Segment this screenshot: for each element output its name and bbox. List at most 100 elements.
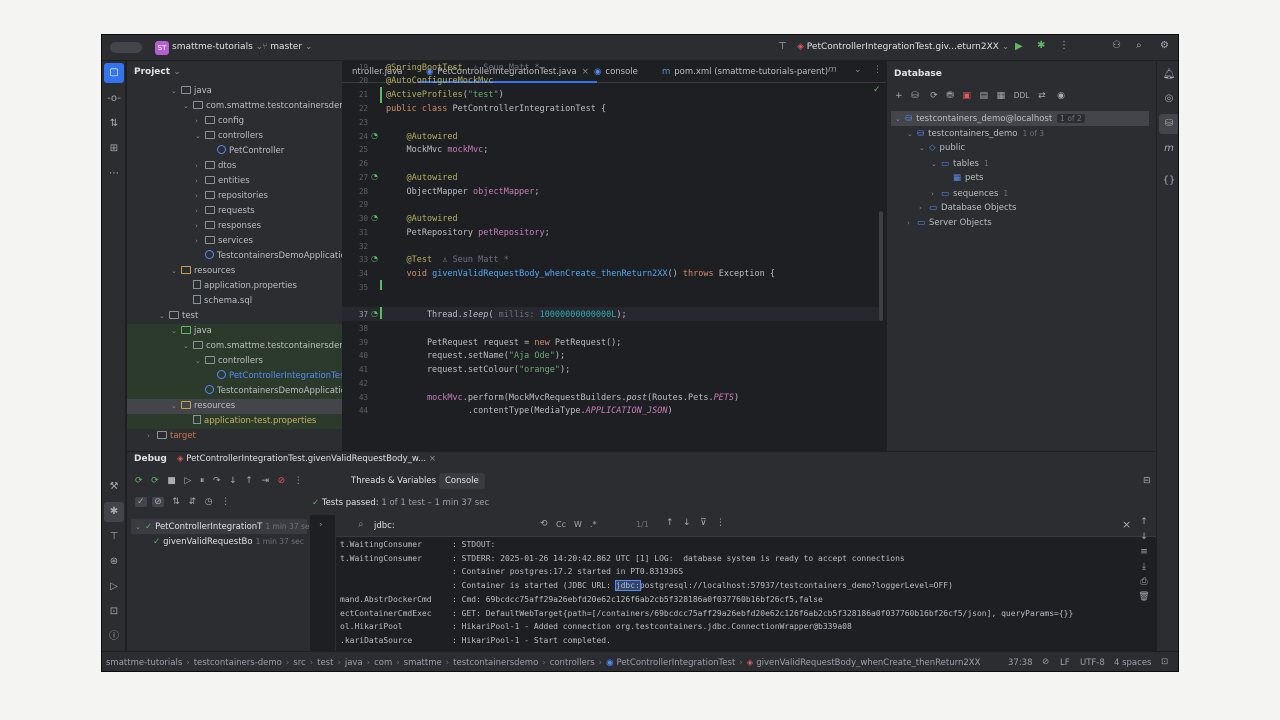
grid-icon[interactable]: ▦ [997,91,1006,101]
project-tree-item[interactable]: TestcontainersDemoApplication [127,384,342,399]
step-over-icon[interactable]: ↷ [213,476,221,486]
search-icon[interactable]: ⌕ [1136,40,1142,51]
project-tree-item[interactable]: schema.sql [127,294,342,309]
next-match-icon[interactable]: ↓ [683,518,691,528]
database-tree-item[interactable]: › ▭ sequences 1 [891,186,1149,201]
debug-tab-console[interactable]: Console [439,473,485,489]
project-tree-item[interactable]: ⌄ com.smattme.testcontainersdemo [127,99,342,114]
chevron-down-icon[interactable]: ⌄ [171,264,181,279]
match-case-button[interactable]: Cc [556,520,566,529]
mute-breakpoints-icon[interactable]: ⊘ [278,476,286,486]
pull-requests-icon[interactable]: ⇅ [102,114,126,134]
project-selector[interactable]: smattme-tutorials ⌄ [172,42,263,52]
lock-icon[interactable]: ⊡ [1161,657,1168,667]
project-tree-item[interactable]: ⌄ controllers [127,129,342,144]
console-output[interactable]: ⌕ ⟲ Cc W .* 1/1 ↑ ↓ ⊽ ⋮ × t.WaitingConsu… [336,515,1156,651]
problems-tool-icon[interactable]: ⓘ [102,627,126,647]
add-icon[interactable]: + [895,91,903,101]
console-search-input[interactable] [374,518,524,534]
indent-setting[interactable]: 4 spaces [1114,658,1151,668]
ai-assistant-icon[interactable]: ◎ [1157,89,1178,109]
build-tool-icon[interactable]: ⚒ [102,477,126,497]
scroll-down-icon[interactable]: ↓ [1132,530,1156,545]
project-tree-item[interactable]: ⌄ com.smattme.testcontainersdemo [127,339,342,354]
breadcrumb-item[interactable]: testcontainersdemo [453,658,538,668]
branch-selector[interactable]: ⑂ master ⌄ [262,42,312,52]
bean-gutter-icon[interactable]: ◔ [371,172,378,181]
line-ending[interactable]: LF [1060,658,1070,668]
rerun-failed-icon[interactable]: ⟳ [151,476,159,486]
sort-icon[interactable]: ⇅ [172,497,180,507]
more-icon[interactable]: ⋮ [716,518,725,528]
project-tree-item[interactable]: › services [127,234,342,249]
chevron-right-icon[interactable]: › [931,187,941,202]
project-tree-item[interactable]: ⌄ test [127,309,342,324]
close-search-icon[interactable]: × [1122,518,1131,531]
schema-icon[interactable]: ⛃ [946,91,954,101]
scroll-to-end-icon[interactable]: ⤓ [1132,560,1156,575]
chevron-down-icon[interactable]: ⌄ [183,339,193,354]
clear-icon[interactable]: 🗑︎ [1132,590,1156,605]
refresh-icon[interactable]: ⟳ [930,91,938,101]
sort-duration-icon[interactable]: ⇵ [189,497,197,507]
chevron-down-icon[interactable]: ⌄ [171,324,181,339]
stop-icon[interactable]: ■ [167,476,176,486]
database-tree-item[interactable]: › ▭ Server Objects [891,216,1149,231]
caret-position[interactable]: 37:38 [1008,658,1033,668]
project-tree-item[interactable]: ⌄ resources [127,264,342,279]
expand-icon[interactable]: › [319,520,323,530]
editor-scrollbar[interactable] [879,211,883,321]
whole-words-button[interactable]: W [574,520,582,529]
chevron-right-icon[interactable]: › [195,159,205,174]
close-icon[interactable]: × [429,454,436,464]
services-tool-icon[interactable]: ⊛ [102,552,126,572]
breadcrumb-item[interactable]: testcontainers-demo [194,658,282,668]
project-tree-item[interactable]: › entities [127,174,342,189]
run-tool-icon[interactable]: ▷ [102,577,126,597]
notifications-icon[interactable]: 🔔︎ [1157,65,1178,85]
soft-wrap-icon[interactable]: ≡ [1132,545,1156,560]
breadcrumb-item[interactable]: com [374,658,392,668]
show-ignored-icon[interactable]: ⊘ [152,497,164,507]
bean-gutter-icon[interactable]: ◔ [371,254,378,263]
database-tool-icon[interactable]: ⛁ [1159,114,1178,134]
database-tree-item[interactable]: ⌄ ▭ tables 1 [891,156,1149,171]
chevron-down-icon[interactable]: ⌄ [195,354,205,369]
step-out-icon[interactable]: ↑ [245,476,253,486]
bean-gutter-icon[interactable]: ◔ [371,213,378,222]
database-tree-item[interactable]: ▦ pets [891,171,1149,186]
stop-icon[interactable]: ▣ [962,91,971,101]
run-icon[interactable]: ▶ [1015,41,1023,52]
breadcrumb-item[interactable]: test [317,658,333,668]
project-tree-item[interactable]: › target [127,429,342,444]
breadcrumb-item[interactable]: controllers [550,658,595,668]
database-tree-item[interactable]: ⌄ ⛁ testcontainers_demo 1 of 3 [891,126,1149,141]
chevron-down-icon[interactable]: ⌄ [931,157,941,172]
data-source-icon[interactable]: ⛁ [911,91,919,101]
breadcrumb-item[interactable]: smattme [404,658,442,668]
previous-match-icon[interactable]: ↑ [666,518,674,528]
chevron-right-icon[interactable]: › [195,174,205,189]
commit-tool-icon[interactable]: -o- [102,89,126,109]
database-tree-item[interactable]: › ▭ Database Objects [891,201,1149,216]
scroll-up-icon[interactable]: ↑ [1132,515,1156,530]
project-tree-item[interactable]: › dtos [127,159,342,174]
project-tool-icon[interactable]: ▢ [104,63,124,83]
inspection-ok-icon[interactable]: ✓ [873,85,881,95]
project-tree-item[interactable]: › requests [127,204,342,219]
resume-icon[interactable]: ▷ [184,476,191,486]
chevron-down-icon[interactable]: ⌄ [195,129,205,144]
maven-tab-icon[interactable]: m [828,65,837,75]
print-icon[interactable]: ⎙ [1132,575,1156,590]
editor-tab[interactable]: ◉ console [586,61,646,83]
more-icon[interactable]: ⋮ [1059,40,1069,51]
project-tree-item[interactable]: ⌄ resources [127,399,342,414]
maven-tool-icon[interactable]: ⊤ [102,527,126,547]
breadcrumb-item[interactable]: ◈ givenValidRequestBody_whenCreate_thenRe… [747,658,981,668]
debug-icon[interactable]: ✱ [1037,40,1045,51]
pause-icon[interactable]: ⏸︎ [200,476,205,486]
maven-icon[interactable]: m [1157,139,1178,159]
run-to-cursor-icon[interactable]: ⇥ [261,476,269,486]
project-tree-item[interactable]: application.properties [127,279,342,294]
structure-tool-icon[interactable]: ⊞ [102,139,126,159]
